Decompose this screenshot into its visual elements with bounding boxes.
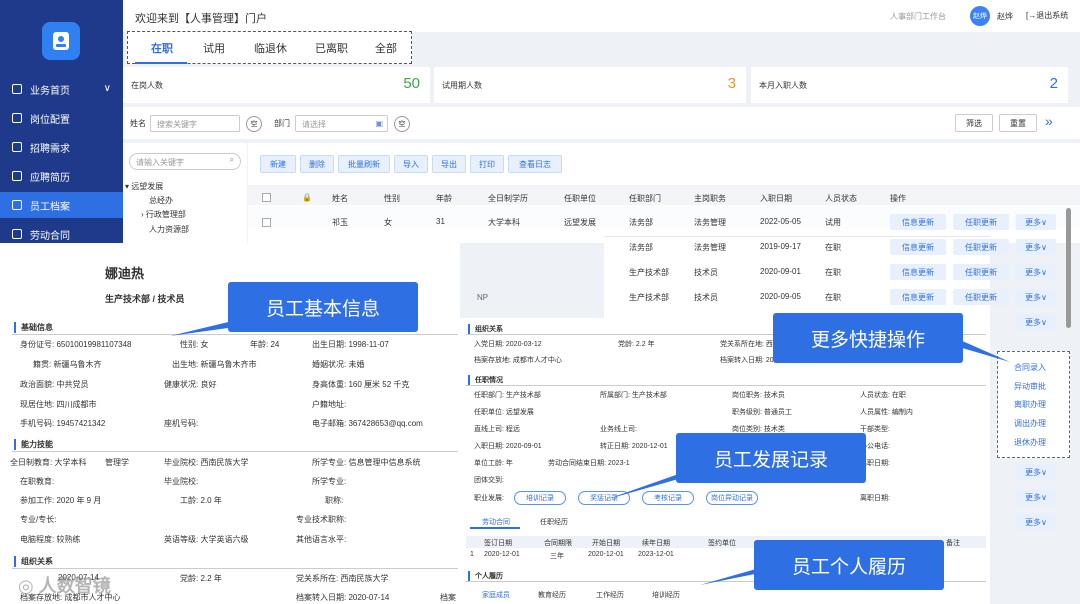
callout-resume: 员工个人履历 [754,540,944,590]
callout-quick-actions: 更多快捷操作 [773,313,963,363]
callout-basic-info: 员工基本信息 [228,282,418,332]
callout-development: 员工发展记录 [676,433,866,483]
watermark-text: 人数智镜 [38,576,111,596]
watermark: ◎ 人数智镜 [18,572,111,598]
callout-pointers [170,318,1010,585]
watermark-logo-icon: ◎ [18,576,39,596]
